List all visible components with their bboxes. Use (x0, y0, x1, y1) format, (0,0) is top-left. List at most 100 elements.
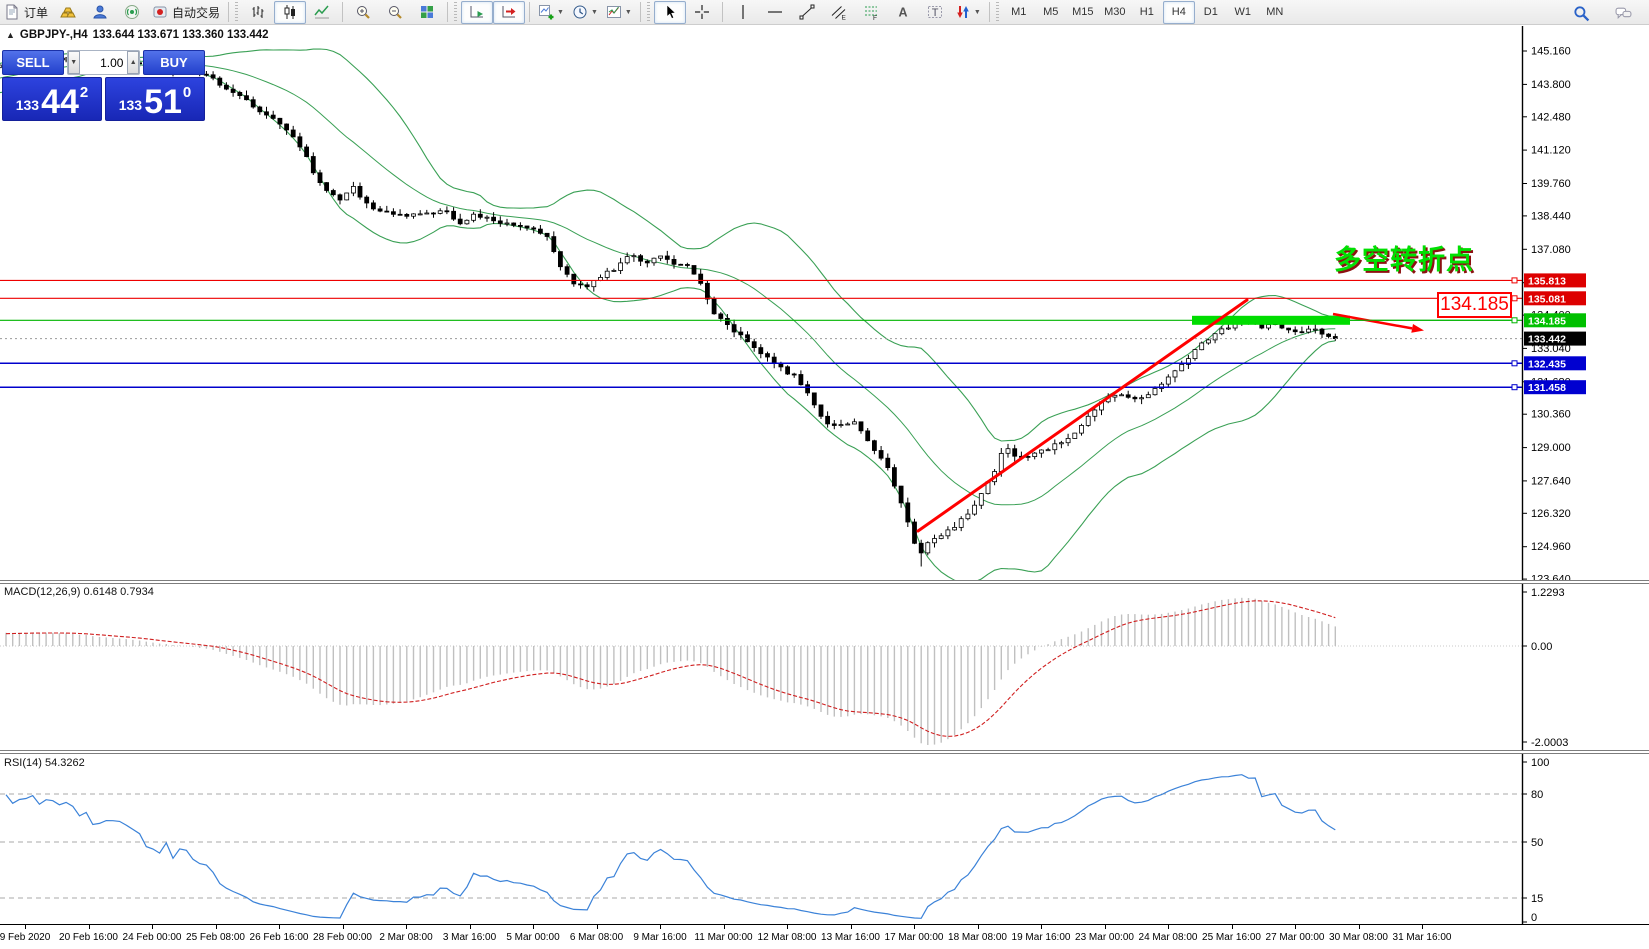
svg-text:1.2293: 1.2293 (1531, 587, 1565, 599)
svg-text:135.813: 135.813 (1528, 275, 1566, 287)
toolbar-separator (529, 2, 530, 22)
text-button[interactable]: A (887, 1, 919, 24)
toolbar-grip[interactable] (454, 2, 457, 22)
timeframe-button-w1[interactable]: W1 (1227, 1, 1259, 24)
line-chart-button[interactable] (306, 1, 338, 24)
arrows-button[interactable]: ▼ (951, 1, 985, 24)
time-tick (724, 925, 725, 929)
svg-text:15: 15 (1531, 893, 1543, 905)
sell-price-big: 44 (41, 88, 79, 117)
dropdown-arrow-icon: ▼ (974, 9, 981, 16)
volume-input[interactable] (80, 51, 128, 74)
toolbar-button-label: 自动交易 (172, 4, 220, 21)
macd-pane-canvas[interactable]: 1.22930.00-2.0003 (0, 584, 1649, 750)
buy-price-display[interactable]: 133 51 0 (105, 77, 205, 121)
linechart-icon (314, 4, 330, 20)
timeframe-button-d1[interactable]: D1 (1195, 1, 1227, 24)
time-label: 17 Mar 00:00 (885, 932, 944, 943)
volume-decrease-button[interactable]: ▼ (68, 51, 80, 74)
sell-button[interactable]: SELL (2, 50, 64, 75)
time-label: 13 Mar 16:00 (821, 932, 880, 943)
horizontal-line-button[interactable] (759, 1, 791, 24)
text-label-button[interactable]: T (919, 1, 951, 24)
fibonacci-button[interactable]: F (855, 1, 887, 24)
navigator-button[interactable] (84, 1, 116, 24)
time-label: 20 Feb 16:00 (59, 932, 118, 943)
time-tick (1105, 925, 1106, 929)
volume-increase-button[interactable]: ▲ (127, 51, 139, 74)
toolbar-grip[interactable] (996, 2, 999, 22)
toolbar-right-icons (1565, 2, 1639, 25)
time-axis[interactable]: 9 Feb 202020 Feb 16:0024 Feb 00:0025 Feb… (0, 924, 1649, 949)
crosshair-button[interactable] (686, 1, 718, 24)
zoomout-icon (387, 4, 403, 20)
auto-scroll-button[interactable] (461, 1, 493, 24)
indicators-button[interactable]: ▼ (534, 1, 568, 24)
time-label: 28 Feb 00:00 (313, 932, 372, 943)
autotrading-button[interactable]: 自动交易 (148, 1, 224, 24)
svg-text:A: A (898, 6, 907, 20)
gold-chart-button[interactable] (52, 1, 84, 24)
time-label: 26 Feb 16:00 (250, 932, 309, 943)
vertical-line-button[interactable] (727, 1, 759, 24)
timeframe-button-m5[interactable]: M5 (1035, 1, 1067, 24)
signal-icon (124, 4, 140, 20)
search-button[interactable] (1565, 2, 1597, 25)
svg-text:124.960: 124.960 (1531, 541, 1571, 553)
toolbar-grip[interactable] (647, 2, 650, 22)
svg-text:E: E (841, 15, 846, 21)
timeframe-button-mn[interactable]: MN (1259, 1, 1291, 24)
template-icon (606, 4, 622, 20)
svg-text:-2.0003: -2.0003 (1531, 737, 1568, 749)
bar-chart-button[interactable] (242, 1, 274, 24)
dropdown-arrow-icon: ▼ (625, 9, 632, 16)
buy-button[interactable]: BUY (143, 50, 205, 75)
timeframe-button-h1[interactable]: H1 (1131, 1, 1163, 24)
sell-price-display[interactable]: 133 44 2 (2, 77, 102, 121)
periods-button[interactable]: ▼ (568, 1, 602, 24)
time-tick (406, 925, 407, 929)
buy-price-prefix: 133 (119, 97, 142, 113)
toolbar-grip[interactable] (235, 2, 238, 22)
chat-button[interactable] (1607, 2, 1639, 25)
time-tick (914, 925, 915, 929)
time-tick (343, 925, 344, 929)
time-tick (89, 925, 90, 929)
tile-windows-button[interactable] (411, 1, 443, 24)
timeframe-button-h4[interactable]: H4 (1163, 1, 1195, 24)
chart-symbol-period: GBPJPY-,H4 (20, 29, 88, 41)
arrows-icon (955, 4, 971, 20)
time-tick (787, 925, 788, 929)
svg-text:145.160: 145.160 (1531, 46, 1571, 58)
dropdown-arrow-icon: ▼ (557, 9, 564, 16)
svg-text:132.435: 132.435 (1528, 358, 1566, 370)
templates-button[interactable]: ▼ (602, 1, 636, 24)
crosshair-icon (694, 4, 710, 20)
time-label: 27 Mar 00:00 (1266, 932, 1325, 943)
rsi-pane-canvas[interactable]: 1008050150 (0, 754, 1649, 924)
svg-text:F: F (873, 15, 877, 20)
zoom-in-button[interactable] (347, 1, 379, 24)
turning-point-annotation: 多空转折点 (1334, 238, 1474, 277)
toolbar-separator (722, 2, 723, 22)
new-order-button[interactable]: 订单 (0, 1, 52, 24)
timeframe-button-m15[interactable]: M15 (1067, 1, 1099, 24)
rsi-label: RSI(14) 54.3262 (4, 757, 85, 769)
trendline-button[interactable] (791, 1, 823, 24)
timeframe-button-m1[interactable]: M1 (1003, 1, 1035, 24)
macd-label: MACD(12,26,9) 0.6148 0.7934 (4, 586, 154, 598)
equidistant-channel-button[interactable]: E (823, 1, 855, 24)
timeframe-button-m30[interactable]: M30 (1099, 1, 1131, 24)
time-label: 24 Feb 00:00 (123, 932, 182, 943)
svg-text:134.185: 134.185 (1528, 315, 1566, 327)
time-tick (597, 925, 598, 929)
zoom-out-button[interactable] (379, 1, 411, 24)
doc-icon (4, 4, 20, 20)
main-chart-canvas[interactable]: 145.160143.800142.480141.120139.760138.4… (0, 26, 1649, 582)
time-tick (25, 925, 26, 929)
time-label: 11 Mar 00:00 (694, 932, 752, 943)
chart-shift-button[interactable] (493, 1, 525, 24)
cursor-button[interactable] (654, 1, 686, 24)
signal-button[interactable] (116, 1, 148, 24)
candlestick-button[interactable] (274, 1, 306, 24)
